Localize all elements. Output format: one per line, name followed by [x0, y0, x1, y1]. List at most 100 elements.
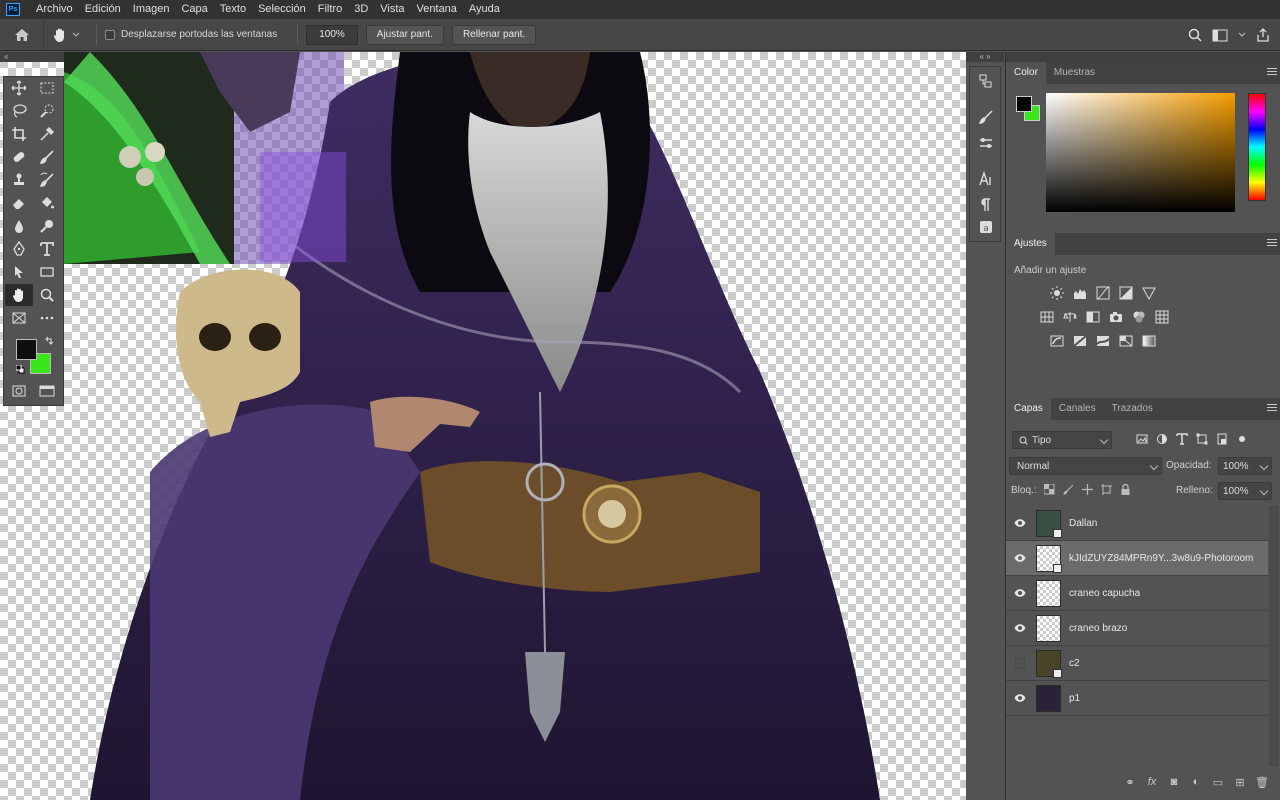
paint-bucket-tool[interactable] [33, 192, 61, 214]
checkbox-box[interactable] [105, 29, 115, 40]
visibility-toggle[interactable] [1006, 646, 1034, 681]
brush-settings-button[interactable] [976, 107, 996, 127]
move-tool[interactable] [5, 77, 33, 99]
tab-adjustments[interactable]: Ajustes [1006, 233, 1055, 255]
pen-tool[interactable] [5, 238, 33, 260]
screen-mode-button[interactable] [33, 380, 61, 402]
home-button[interactable] [0, 18, 44, 51]
workspace-icon[interactable] [1212, 29, 1228, 42]
lock-image-icon[interactable] [1063, 484, 1074, 495]
fill-screen-button[interactable]: Rellenar pant. [451, 24, 537, 45]
color-lookup-adjustment-icon[interactable] [1153, 308, 1170, 325]
eyedropper-tool[interactable] [33, 123, 61, 145]
properties-panel-button[interactable] [976, 133, 996, 153]
photo-filter-adjustment-icon[interactable] [1107, 308, 1124, 325]
type-tool[interactable] [33, 238, 61, 260]
exposure-adjustment-icon[interactable] [1117, 284, 1134, 301]
tab-paths[interactable]: Trazados [1104, 398, 1161, 420]
fill-field[interactable]: 100% [1218, 482, 1272, 500]
adjustment-layer-icon[interactable]: ◐ [1189, 776, 1203, 788]
pixel-filter-icon[interactable] [1136, 433, 1148, 445]
layer-name[interactable]: craneo capucha [1069, 588, 1140, 599]
crop-tool[interactable] [5, 123, 33, 145]
layer-name[interactable]: c2 [1069, 658, 1080, 669]
trash-icon[interactable]: 🗑 [1255, 776, 1269, 789]
blur-tool[interactable] [5, 215, 33, 237]
menu-filtro[interactable]: Filtro [312, 0, 348, 19]
history-panel-button[interactable] [976, 71, 996, 91]
history-brush-tool[interactable] [33, 169, 61, 191]
lock-all-icon[interactable] [1120, 484, 1131, 495]
dock-collapse-bar[interactable] [1006, 52, 1280, 62]
visibility-toggle[interactable] [1006, 541, 1034, 576]
brush-tool[interactable] [33, 146, 61, 168]
rectangle-tool[interactable] [33, 261, 61, 283]
fit-screen-button[interactable]: Ajustar pant. [365, 24, 444, 45]
character-panel-button[interactable] [976, 169, 996, 189]
eraser-tool[interactable] [5, 192, 33, 214]
share-icon[interactable] [1256, 28, 1270, 42]
menu-ayuda[interactable]: Ayuda [463, 0, 506, 19]
black-white-adjustment-icon[interactable] [1084, 308, 1101, 325]
tab-channels[interactable]: Canales [1051, 398, 1104, 420]
saturation-brightness-field[interactable] [1046, 93, 1235, 212]
menu-ventana[interactable]: Ventana [411, 0, 463, 19]
tab-swatches[interactable]: Muestras [1046, 62, 1103, 84]
layer-row-photoroom[interactable]: kJIdZUYZ84MPRn9Y...3w8u9-Photoroom [1006, 541, 1268, 576]
menu-seleccion[interactable]: Selección [252, 0, 312, 19]
layer-row-craneo-brazo[interactable]: craneo brazo [1006, 611, 1268, 646]
panel-menu-icon[interactable] [1267, 239, 1277, 248]
hand-tool[interactable] [5, 284, 33, 306]
curves-adjustment-icon[interactable] [1094, 284, 1111, 301]
mask-icon[interactable]: ◙ [1167, 776, 1181, 788]
scroll-all-windows-checkbox[interactable]: Desplazarse portodas las ventanas [105, 29, 277, 40]
layer-row-craneo-capucha[interactable]: craneo capucha [1006, 576, 1268, 611]
document-canvas[interactable] [0, 52, 966, 800]
layer-name[interactable]: p1 [1069, 693, 1080, 704]
vibrance-adjustment-icon[interactable] [1140, 284, 1157, 301]
smart-object-filter-icon[interactable] [1216, 433, 1228, 445]
menu-imagen[interactable]: Imagen [127, 0, 176, 19]
quick-mask-button[interactable] [5, 380, 33, 402]
swap-colors-icon[interactable] [44, 337, 54, 347]
brightness-adjustment-icon[interactable] [1048, 284, 1065, 301]
path-select-tool[interactable] [5, 261, 33, 283]
dodge-tool[interactable] [33, 215, 61, 237]
layer-row-c2[interactable]: c2 [1006, 646, 1268, 681]
levels-adjustment-icon[interactable] [1071, 284, 1088, 301]
visibility-toggle[interactable] [1006, 506, 1034, 541]
menu-texto[interactable]: Texto [214, 0, 252, 19]
healing-tool[interactable] [5, 146, 33, 168]
zoom-field[interactable]: 100% [306, 24, 358, 45]
menu-archivo[interactable]: Archivo [30, 0, 79, 19]
selective-color-adjustment-icon[interactable] [1117, 332, 1134, 349]
link-icon[interactable]: ⚭ [1123, 776, 1137, 789]
menu-3d[interactable]: 3D [348, 0, 374, 19]
more-tools[interactable] [33, 307, 61, 329]
stamp-tool[interactable] [5, 169, 33, 191]
layer-name[interactable]: kJIdZUYZ84MPRn9Y...3w8u9-Photoroom [1069, 553, 1253, 564]
layers-scrollbar[interactable] [1269, 506, 1279, 766]
paragraph-panel-button[interactable] [976, 195, 996, 215]
threshold-adjustment-icon[interactable] [1094, 332, 1111, 349]
invert-adjustment-icon[interactable] [1048, 332, 1065, 349]
menu-capa[interactable]: Capa [175, 0, 213, 19]
tab-layers[interactable]: Capas [1006, 398, 1051, 420]
blend-mode-select[interactable]: Normal [1009, 457, 1162, 475]
posterize-adjustment-icon[interactable] [1071, 332, 1088, 349]
panel-menu-icon[interactable] [1267, 404, 1277, 413]
color-panel-fg-swatch[interactable] [1016, 96, 1032, 112]
tab-color[interactable]: Color [1006, 62, 1046, 84]
visibility-toggle[interactable] [1006, 611, 1034, 646]
layer-row-dallan[interactable]: Dallan [1006, 506, 1268, 541]
marquee-tool[interactable] [33, 77, 61, 99]
lock-transparent-icon[interactable] [1044, 484, 1055, 495]
search-icon[interactable] [1188, 28, 1202, 42]
chevron-down-icon[interactable] [1238, 32, 1246, 38]
lock-artboard-icon[interactable] [1101, 484, 1112, 495]
layer-name[interactable]: Dallan [1069, 518, 1097, 529]
type-filter-icon[interactable] [1176, 433, 1188, 445]
foreground-color-swatch[interactable] [16, 339, 37, 360]
new-layer-icon[interactable]: ⊞ [1233, 776, 1247, 789]
layer-name[interactable]: craneo brazo [1069, 623, 1127, 634]
